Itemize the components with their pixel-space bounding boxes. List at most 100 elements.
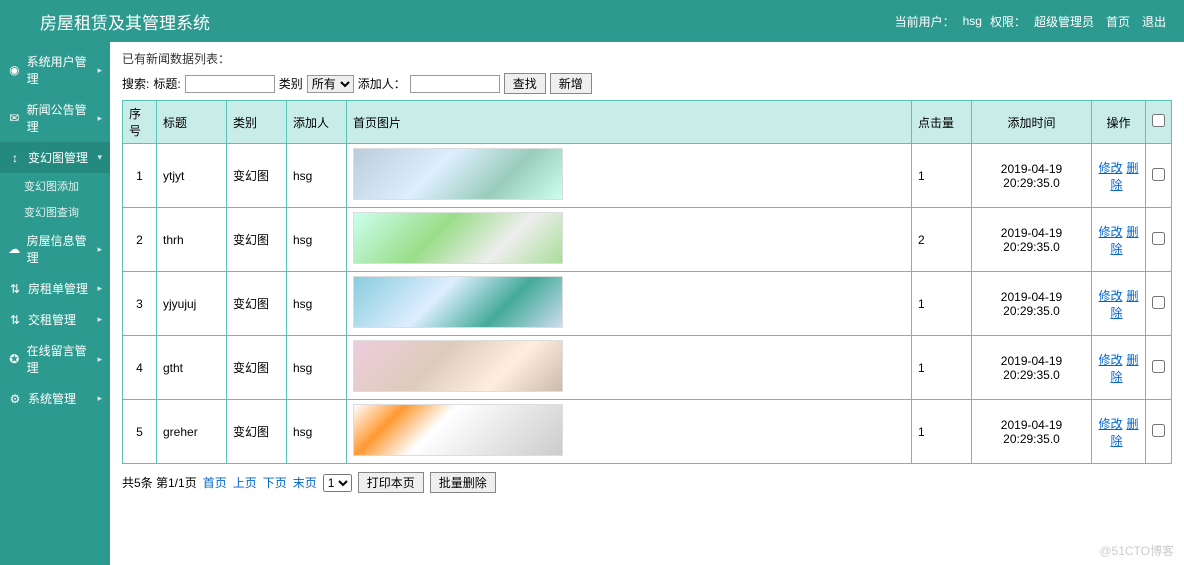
search-label: 搜索:: [122, 75, 149, 92]
sidebar-item-label: 交租管理: [28, 311, 76, 328]
user-icon: ◉: [8, 63, 21, 77]
sidebar-item-label: 新闻公告管理: [27, 101, 92, 135]
nav-home-link[interactable]: 首页: [1106, 13, 1130, 30]
row-checkbox[interactable]: [1152, 232, 1165, 245]
col-image: 首页图片: [347, 101, 912, 144]
edit-link[interactable]: 修改: [1098, 225, 1122, 239]
table-header-row: 序号 标题 类别 添加人 首页图片 点击量 添加时间 操作: [123, 101, 1172, 144]
cell-image: [347, 272, 912, 336]
cell-title: greher: [157, 400, 227, 464]
cell-category: 变幻图: [227, 400, 287, 464]
thumbnail-image: [353, 212, 563, 264]
edit-link[interactable]: 修改: [1098, 289, 1122, 303]
search-title-label: 标题:: [153, 75, 180, 92]
row-checkbox[interactable]: [1152, 168, 1165, 181]
cell-category: 变幻图: [227, 144, 287, 208]
cell-addtime: 2019-04-19 20:29:35.0: [972, 336, 1092, 400]
info-icon: ✉: [8, 111, 21, 125]
cell-hits: 1: [912, 400, 972, 464]
sidebar-item-7[interactable]: ⚙ 系统管理 ▸: [0, 383, 110, 414]
cell-ops: 修改删除: [1092, 272, 1146, 336]
main-content: 已有新闻数据列表： 搜索: 标题: 类别 所有 添加人： 查找 新增 序号 标题: [110, 42, 1184, 565]
chevron-right-icon: ▸: [97, 113, 102, 124]
sidebar-item-3[interactable]: ☁ 房屋信息管理 ▸: [0, 225, 110, 273]
sidebar-item-label: 房屋信息管理: [27, 232, 92, 266]
col-title: 标题: [157, 101, 227, 144]
pager-summary: 共5条 第1/1页: [122, 474, 197, 491]
sidebar-item-4[interactable]: ⇅房租单管理▸: [0, 273, 110, 304]
sidebar-item-label: 系统管理: [28, 390, 76, 407]
pager-batch-delete-button[interactable]: 批量删除: [430, 472, 496, 493]
search-adder-input[interactable]: [410, 75, 500, 93]
sidebar-item-1[interactable]: ✉ 新闻公告管理 ▸: [0, 94, 110, 142]
cell-category: 变幻图: [227, 272, 287, 336]
edit-link[interactable]: 修改: [1098, 353, 1122, 367]
cloud-icon: ☁: [8, 242, 21, 256]
chevron-right-icon: ▸: [97, 65, 102, 76]
sidebar-item-label: 在线留言管理: [27, 342, 92, 376]
cell-checkbox: [1146, 336, 1172, 400]
sidebar: ◉ 系统用户管理 ▸ ✉ 新闻公告管理 ▸ ↕变幻图管理▾变幻图添加变幻图查询 ☁ 房屋信息管理…: [0, 42, 110, 565]
gear-icon: ⚙: [8, 392, 22, 406]
cell-title: ytjyt: [157, 144, 227, 208]
row-checkbox[interactable]: [1152, 360, 1165, 373]
col-category: 类别: [227, 101, 287, 144]
row-checkbox[interactable]: [1152, 424, 1165, 437]
cell-ops: 修改删除: [1092, 400, 1146, 464]
cell-seq: 4: [123, 336, 157, 400]
cell-seq: 3: [123, 272, 157, 336]
cell-hits: 1: [912, 144, 972, 208]
edit-link[interactable]: 修改: [1098, 161, 1122, 175]
nav-logout-link[interactable]: 退出: [1142, 13, 1166, 30]
pager-page-select[interactable]: 1: [323, 474, 352, 492]
sidebar-item-0[interactable]: ◉ 系统用户管理 ▸: [0, 46, 110, 94]
search-adder-label: 添加人：: [358, 75, 406, 92]
sidebar-item-5[interactable]: ⇅交租管理▸: [0, 304, 110, 335]
cell-adder: hsg: [287, 144, 347, 208]
data-table: 序号 标题 类别 添加人 首页图片 点击量 添加时间 操作 1ytjyt变幻图h…: [122, 100, 1172, 464]
cell-title: gtht: [157, 336, 227, 400]
edit-link[interactable]: 修改: [1098, 417, 1122, 431]
cell-seq: 5: [123, 400, 157, 464]
cell-addtime: 2019-04-19 20:29:35.0: [972, 400, 1092, 464]
cell-checkbox: [1146, 400, 1172, 464]
pager-last[interactable]: 末页: [293, 474, 317, 491]
sidebar-item-label: 系统用户管理: [27, 53, 92, 87]
sidebar-item-label: 房租单管理: [28, 280, 88, 297]
pager-next[interactable]: 下页: [263, 474, 287, 491]
list-heading: 已有新闻数据列表：: [122, 50, 1172, 67]
current-user-label: 当前用户：: [895, 13, 955, 30]
search-title-input[interactable]: [185, 75, 275, 93]
cell-image: [347, 400, 912, 464]
cell-seq: 2: [123, 208, 157, 272]
chevron-right-icon: ▸: [97, 393, 102, 404]
thumbnail-image: [353, 276, 563, 328]
table-row: 3yjyujuj变幻图hsg12019-04-19 20:29:35.0修改删除: [123, 272, 1172, 336]
cell-category: 变幻图: [227, 208, 287, 272]
thumbnail-image: [353, 340, 563, 392]
table-row: 2thrh变幻图hsg22019-04-19 20:29:35.0修改删除: [123, 208, 1172, 272]
role-label: 权限：: [990, 13, 1026, 30]
cell-adder: hsg: [287, 208, 347, 272]
sidebar-item-6[interactable]: ✪ 在线留言管理 ▸: [0, 335, 110, 383]
search-add-button[interactable]: 新增: [550, 73, 592, 94]
search-find-button[interactable]: 查找: [504, 73, 546, 94]
pager-first[interactable]: 首页: [203, 474, 227, 491]
chevron-right-icon: ▸: [97, 354, 102, 365]
msg-icon: ✪: [8, 352, 21, 366]
image-icon: ↕: [8, 151, 22, 165]
cell-seq: 1: [123, 144, 157, 208]
cell-ops: 修改删除: [1092, 336, 1146, 400]
cell-checkbox: [1146, 272, 1172, 336]
sidebar-subitem-2-0[interactable]: 变幻图添加: [24, 173, 110, 199]
chevron-right-icon: ▸: [97, 244, 102, 255]
row-checkbox[interactable]: [1152, 296, 1165, 309]
pager-prev[interactable]: 上页: [233, 474, 257, 491]
select-all-checkbox[interactable]: [1152, 114, 1165, 127]
chevron-down-icon: ▾: [97, 152, 102, 163]
sidebar-item-2[interactable]: ↕变幻图管理▾: [0, 142, 110, 173]
search-category-select[interactable]: 所有: [307, 75, 354, 93]
pager-print-button[interactable]: 打印本页: [358, 472, 424, 493]
search-category-label: 类别: [279, 75, 303, 92]
sidebar-subitem-2-1[interactable]: 变幻图查询: [24, 199, 110, 225]
